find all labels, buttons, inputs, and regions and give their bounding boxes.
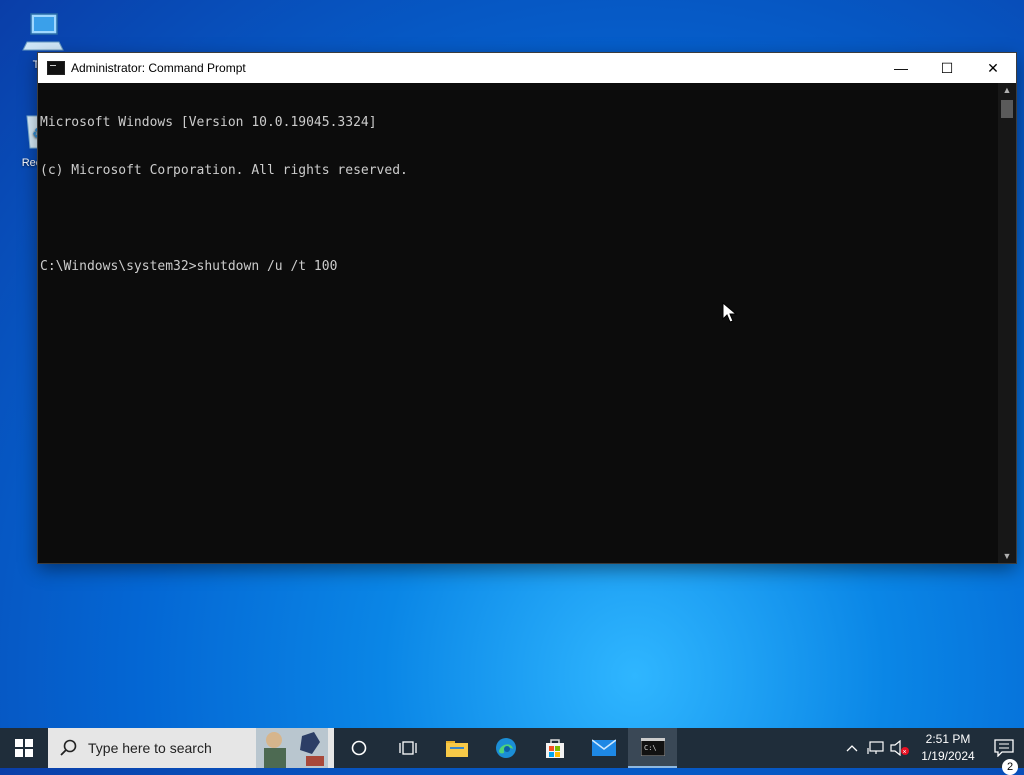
computer-icon bbox=[22, 13, 64, 51]
scroll-up-arrow-icon[interactable]: ▲ bbox=[998, 83, 1016, 97]
scroll-thumb[interactable] bbox=[1001, 100, 1013, 118]
mouse-cursor-icon bbox=[722, 302, 738, 323]
edge-browser-button[interactable] bbox=[481, 728, 530, 768]
window-title: Administrator: Command Prompt bbox=[71, 61, 246, 75]
svg-text:×: × bbox=[903, 749, 907, 756]
notification-icon bbox=[994, 739, 1014, 757]
start-button[interactable] bbox=[0, 728, 48, 768]
windows-logo-icon bbox=[15, 739, 33, 757]
action-center-button[interactable]: 2 bbox=[984, 739, 1024, 775]
folder-icon bbox=[445, 741, 468, 757]
search-placeholder: Type here to search bbox=[88, 740, 212, 756]
svg-text:C:\: C:\ bbox=[644, 744, 657, 752]
maximize-button[interactable]: ☐ bbox=[924, 53, 970, 83]
close-button[interactable]: ✕ bbox=[970, 53, 1016, 83]
cortana-circle-icon bbox=[351, 740, 366, 756]
mail-button[interactable] bbox=[579, 728, 628, 768]
mail-envelope-icon bbox=[591, 739, 616, 756]
taskbar-search-box[interactable]: Type here to search bbox=[48, 728, 334, 768]
taskbar: Type here to search C:\ × 2:51 PM 1/19/2… bbox=[0, 728, 1024, 775]
notification-count-badge: 2 bbox=[1002, 759, 1018, 775]
scroll-down-arrow-icon[interactable]: ▼ bbox=[998, 549, 1016, 563]
cmd-app-icon: C:\ bbox=[640, 738, 665, 756]
command-prompt-taskbar-button[interactable]: C:\ bbox=[628, 728, 677, 768]
command-prompt-window[interactable]: Administrator: Command Prompt — ☐ ✕ Micr… bbox=[38, 53, 1016, 563]
volume-muted-icon[interactable]: × bbox=[888, 740, 912, 756]
clock-date: 1/19/2024 bbox=[921, 749, 975, 763]
file-explorer-button[interactable] bbox=[432, 728, 481, 768]
search-icon bbox=[60, 739, 77, 756]
console-output[interactable]: Microsoft Windows [Version 10.0.19045.33… bbox=[40, 83, 998, 563]
console-line: (c) Microsoft Corporation. All rights re… bbox=[40, 163, 408, 178]
task-view-button[interactable] bbox=[383, 728, 432, 768]
task-view-icon bbox=[398, 741, 417, 755]
edge-icon bbox=[495, 738, 516, 758]
clock-time: 2:51 PM bbox=[925, 732, 971, 746]
show-hidden-icons-chevron-up-icon[interactable] bbox=[840, 744, 864, 752]
microsoft-store-button[interactable] bbox=[530, 728, 579, 768]
minimize-button[interactable]: — bbox=[878, 53, 924, 83]
taskbar-clock[interactable]: 2:51 PM 1/19/2024 bbox=[912, 731, 984, 765]
console-line: Microsoft Windows [Version 10.0.19045.33… bbox=[40, 115, 377, 130]
console-line: C:\Windows\system32>shutdown /u /t 100 bbox=[40, 259, 338, 274]
store-bag-icon bbox=[545, 739, 564, 758]
network-icon[interactable] bbox=[864, 740, 888, 756]
cmd-app-icon bbox=[47, 61, 65, 75]
cortana-button[interactable] bbox=[334, 728, 383, 768]
system-tray: × 2:51 PM 1/19/2024 2 bbox=[840, 728, 1024, 775]
search-highlight-illustration-icon bbox=[256, 728, 328, 768]
vertical-scrollbar[interactable]: ▲ ▼ bbox=[998, 83, 1016, 563]
title-bar[interactable]: Administrator: Command Prompt — ☐ ✕ bbox=[38, 53, 1016, 83]
